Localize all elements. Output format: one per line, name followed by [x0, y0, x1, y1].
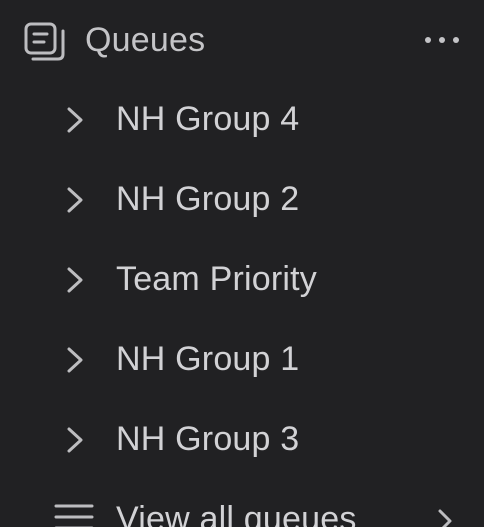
chevron-right-icon[interactable]	[64, 184, 86, 216]
chevron-right-icon[interactable]	[64, 424, 86, 456]
queue-label: NH Group 3	[116, 420, 300, 458]
chevron-right-icon[interactable]	[64, 264, 86, 296]
list-icon	[54, 502, 94, 527]
chevron-right-icon[interactable]	[435, 506, 455, 527]
queue-label: Team Priority	[116, 260, 317, 298]
queue-label: NH Group 4	[116, 100, 300, 138]
chevron-right-icon[interactable]	[64, 104, 86, 136]
queue-item-nh-group-1[interactable]: NH Group 1	[0, 320, 484, 400]
queue-label: NH Group 1	[116, 340, 300, 378]
queues-panel: Queues NH Group 4 NH Group 2 Team Priori…	[0, 0, 484, 527]
queue-item-nh-group-4[interactable]: NH Group 4	[0, 80, 484, 160]
queue-item-nh-group-2[interactable]: NH Group 2	[0, 160, 484, 240]
queue-label: NH Group 2	[116, 180, 300, 218]
queues-icon	[24, 22, 66, 62]
view-all-queues-label: View all queues	[116, 500, 357, 527]
view-all-queues-link[interactable]: View all queues	[0, 480, 484, 527]
queue-item-team-priority[interactable]: Team Priority	[0, 240, 484, 320]
queues-title: Queues	[85, 21, 206, 59]
chevron-right-icon[interactable]	[64, 344, 86, 376]
queues-header[interactable]: Queues	[0, 0, 484, 80]
more-horizontal-icon[interactable]	[423, 30, 461, 50]
queue-item-nh-group-3[interactable]: NH Group 3	[0, 400, 484, 480]
